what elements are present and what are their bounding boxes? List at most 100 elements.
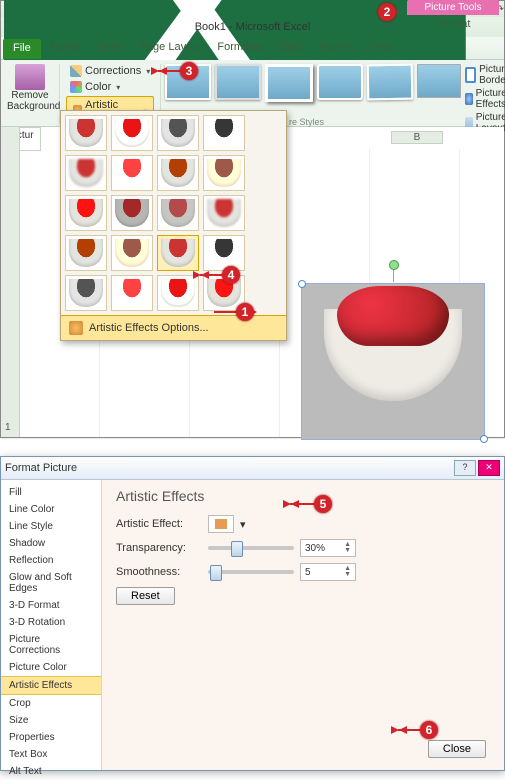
cat-shadow[interactable]: Shadow (1, 535, 101, 552)
picture-effects-button[interactable]: Picture Effects▾ (465, 88, 505, 110)
effect-thumb[interactable] (65, 275, 107, 311)
picture-content (337, 286, 449, 346)
border-icon (465, 67, 476, 83)
effect-thumb[interactable] (157, 155, 199, 191)
artistic-effects-options[interactable]: Artistic Effects Options... (61, 315, 286, 340)
options-icon (69, 321, 83, 335)
effect-swatch (215, 519, 227, 529)
callout-4: 4 (222, 266, 240, 284)
smoothness-slider[interactable] (208, 570, 294, 574)
effects-icon (465, 93, 472, 105)
tab-home[interactable]: Home (43, 37, 88, 59)
effect-thumb[interactable] (203, 195, 245, 231)
cat-crop[interactable]: Crop (1, 695, 101, 712)
effect-thumb[interactable] (203, 115, 245, 151)
dialog-title: Format Picture (5, 462, 77, 474)
effect-thumb[interactable] (111, 235, 153, 271)
corrections-icon (70, 65, 82, 77)
spinner-icon[interactable]: ▲▼ (344, 542, 351, 554)
panel-heading: Artistic Effects (116, 488, 490, 504)
slider-thumb[interactable] (231, 541, 243, 557)
style-thumb[interactable] (367, 64, 414, 101)
cat-pic-color[interactable]: Picture Color (1, 659, 101, 676)
effects-grid (61, 111, 286, 315)
effect-thumb[interactable] (157, 275, 199, 311)
effect-selector[interactable] (208, 515, 234, 533)
contextual-tab-label: Picture Tools (407, 0, 499, 15)
remove-background-button[interactable]: Remove Background (7, 90, 53, 112)
effect-thumb[interactable] (157, 195, 199, 231)
transparency-label: Transparency: (116, 542, 202, 554)
cat-reflection[interactable]: Reflection (1, 552, 101, 569)
tab-view[interactable]: View (363, 37, 403, 59)
callout-2: 2 (378, 3, 396, 21)
effect-thumb[interactable] (111, 195, 153, 231)
spinner-icon[interactable]: ▲▼ (344, 566, 351, 578)
chevron-down-icon: ▾ (146, 67, 150, 76)
smoothness-input[interactable]: 5▲▼ (300, 563, 356, 581)
effect-thumb[interactable] (65, 235, 107, 271)
slider-thumb[interactable] (210, 565, 222, 581)
tab-review[interactable]: Review (310, 37, 362, 59)
picture-border-button[interactable]: Picture Border▾ (465, 64, 505, 86)
effect-thumb[interactable] (65, 155, 107, 191)
dialog-category-list: Fill Line Color Line Style Shadow Reflec… (1, 480, 102, 770)
chevron-down-icon[interactable]: ▾ (240, 518, 246, 531)
tab-format[interactable]: Format (407, 15, 499, 30)
cat-pic-corrections[interactable]: Picture Corrections (1, 631, 101, 659)
help-button[interactable]: ? (454, 460, 476, 476)
selected-picture[interactable] (301, 283, 485, 440)
corrections-button[interactable]: Corrections▾ (66, 64, 154, 78)
window-title: Book1 - Microsoft Excel (195, 21, 311, 33)
cat-alt-text[interactable]: Alt Text (1, 763, 101, 780)
callout-5: 5 (314, 495, 332, 513)
cat-size[interactable]: Size (1, 712, 101, 729)
cat-line-style[interactable]: Line Style (1, 518, 101, 535)
smoothness-label: Smoothness: (116, 566, 202, 578)
tab-formulas[interactable]: Formulas (209, 37, 271, 59)
style-thumb[interactable] (417, 64, 461, 98)
remove-background-icon[interactable] (15, 64, 45, 90)
effect-label: Artistic Effect: (116, 518, 202, 530)
rotate-handle[interactable] (393, 268, 394, 282)
effect-thumb[interactable] (111, 155, 153, 191)
style-thumb[interactable] (317, 64, 363, 100)
column-header-b[interactable]: B (391, 131, 443, 144)
cat-3d-rotation[interactable]: 3-D Rotation (1, 614, 101, 631)
color-icon (70, 81, 82, 93)
cat-glow[interactable]: Glow and Soft Edges (1, 569, 101, 597)
cat-artistic-effects[interactable]: Artistic Effects (1, 676, 101, 695)
tab-page-layout[interactable]: Page Layout (132, 37, 210, 59)
artistic-effects-dropdown: Artistic Effects Options... (60, 110, 287, 341)
cat-text-box[interactable]: Text Box (1, 746, 101, 763)
effect-thumb[interactable] (111, 115, 153, 151)
effect-thumb[interactable] (157, 115, 199, 151)
callout-3: 3 (180, 62, 198, 80)
tab-file[interactable]: File (3, 39, 41, 59)
effect-thumb[interactable] (203, 235, 245, 271)
cat-properties[interactable]: Properties (1, 729, 101, 746)
reset-button[interactable]: Reset (116, 587, 175, 605)
effect-thumb-selected[interactable] (157, 235, 199, 271)
callout-1: 1 (236, 303, 254, 321)
transparency-slider[interactable] (208, 546, 294, 550)
style-thumb[interactable] (265, 64, 313, 102)
effect-thumb[interactable] (65, 115, 107, 151)
effect-thumb[interactable] (203, 155, 245, 191)
cat-3d-format[interactable]: 3-D Format (1, 597, 101, 614)
group-label-styles: re Styles (289, 117, 324, 127)
tab-data[interactable]: Data (271, 37, 310, 59)
row-headers[interactable]: 1 (1, 127, 20, 437)
dialog-main-panel: Artistic Effects Artistic Effect: ▾ Tran… (102, 480, 504, 770)
callout-6: 6 (420, 721, 438, 739)
effect-thumb[interactable] (65, 195, 107, 231)
color-button[interactable]: Color▾ (66, 80, 124, 94)
cat-line-color[interactable]: Line Color (1, 501, 101, 518)
transparency-input[interactable]: 30%▲▼ (300, 539, 356, 557)
close-button[interactable]: Close (428, 740, 486, 758)
close-icon[interactable]: ✕ (478, 460, 500, 476)
style-thumb[interactable] (215, 64, 261, 100)
tab-insert[interactable]: Insert (88, 37, 132, 59)
effect-thumb[interactable] (111, 275, 153, 311)
cat-fill[interactable]: Fill (1, 484, 101, 501)
